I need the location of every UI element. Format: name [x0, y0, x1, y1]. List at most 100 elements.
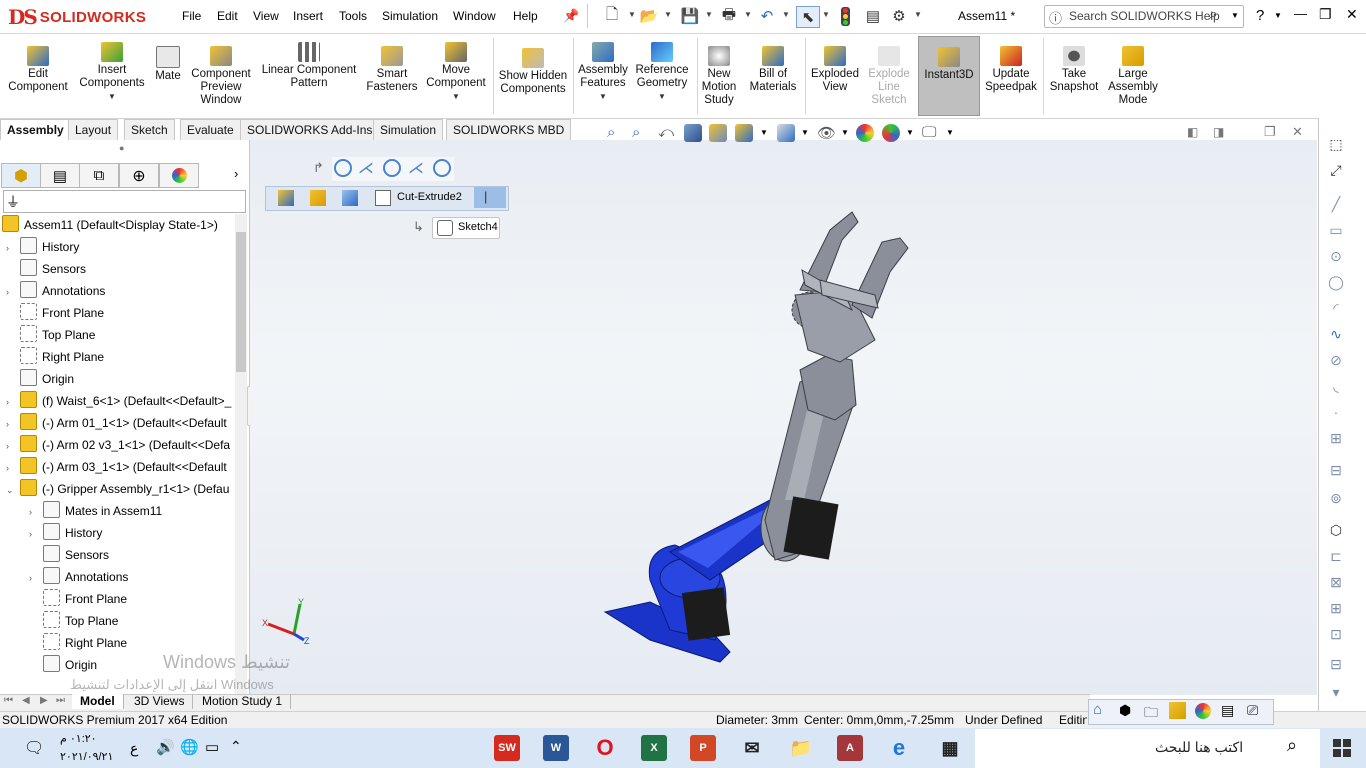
expand-toggle-icon[interactable]: ›	[29, 567, 43, 588]
chevron-down-icon[interactable]: ▼	[1231, 11, 1239, 20]
angle-mate-icon[interactable]: ⋌	[408, 158, 424, 178]
expand-toggle-icon[interactable]: ›	[6, 457, 20, 478]
robot-arm-model[interactable]	[590, 200, 930, 670]
sketch-point-icon[interactable]: ·	[1326, 404, 1346, 422]
feedback-icon[interactable]: ⎚	[1247, 702, 1258, 719]
file-properties-icon[interactable]: ▤	[862, 6, 884, 26]
tab-feature-tree[interactable]: ⬢	[1, 163, 41, 188]
expand-toggle-icon[interactable]: ›	[6, 391, 20, 412]
design-library-folder-icon[interactable]	[1169, 702, 1186, 719]
windows-start-icon[interactable]	[1333, 739, 1351, 757]
taskbar-access-icon[interactable]: A	[837, 735, 863, 761]
search-results-icon[interactable]: ⊡	[1326, 626, 1346, 644]
view-settings-icon[interactable]: 🖵	[922, 124, 940, 142]
sketch-spline-icon[interactable]: ∿	[1326, 326, 1346, 344]
save-icon[interactable]: 💾	[679, 6, 701, 26]
tree-sub-item[interactable]: Right Plane	[2, 632, 234, 654]
tree-item[interactable]: › (f) Waist_6<1> (Default<<Default>_	[2, 390, 234, 412]
concentric-mate-icon[interactable]	[383, 159, 401, 177]
taskbar-file-explorer-icon[interactable]: 📁	[788, 735, 814, 761]
custom-properties-icon[interactable]: ⊠	[1326, 574, 1346, 592]
taskbar-solidworks-icon[interactable]: SW	[494, 735, 520, 761]
chevron-down-icon[interactable]: ▼	[841, 128, 849, 137]
print-icon[interactable]: 🖶	[718, 6, 740, 26]
tab-display-manager[interactable]	[159, 163, 199, 188]
sketch-ellipse-icon[interactable]: ⊘	[1326, 352, 1346, 370]
view-orientation-icon[interactable]	[735, 124, 753, 142]
task-view-icon[interactable]: ▦	[937, 735, 963, 761]
tab-sketch[interactable]: Sketch	[124, 119, 175, 141]
part-breadcrumb-icon[interactable]	[342, 190, 358, 206]
bill-of-materials-button[interactable]: Bill of Materials	[744, 36, 802, 94]
tree-filter-box[interactable]: ⏚	[3, 190, 246, 213]
tree-item[interactable]: ⌄ (-) Gripper Assembly_r1<1> (Defau	[2, 478, 234, 500]
concentric-mate-icon[interactable]	[334, 159, 352, 177]
section-view-icon[interactable]	[684, 124, 702, 142]
sketch-fillet-icon[interactable]: ◟	[1326, 378, 1346, 396]
apply-scene-icon[interactable]	[882, 124, 900, 142]
breadcrumb-feature[interactable]: Cut-Extrude2	[397, 191, 462, 203]
tab-property-manager[interactable]: ▤	[40, 163, 80, 188]
smart-fasteners-button[interactable]: Smart Fasteners	[364, 36, 420, 94]
scrollbar-thumb[interactable]	[236, 232, 246, 372]
menu-file[interactable]: File	[182, 9, 201, 23]
tab-evaluate[interactable]: Evaluate	[180, 119, 241, 141]
move-component-button[interactable]: Move Component ▼	[424, 36, 488, 103]
assembly-breadcrumb-icon[interactable]	[278, 190, 294, 206]
network-icon[interactable]: 🌐	[180, 738, 199, 756]
folder-icon[interactable]: 🗀	[1144, 702, 1158, 726]
reference-geometry-button[interactable]: Reference Geometry ▼	[632, 36, 692, 103]
expand-toggle-icon[interactable]: ›	[6, 435, 20, 456]
undo-icon[interactable]: ↶	[756, 6, 778, 26]
menu-edit[interactable]: Edit	[217, 9, 238, 23]
appearances-icon[interactable]: ⊏	[1326, 548, 1346, 566]
home-icon[interactable]: ⌂	[1093, 701, 1102, 718]
list-view-icon[interactable]: ▤	[1221, 702, 1234, 719]
chevron-down-icon[interactable]: ▾	[1326, 684, 1346, 702]
taskbar-mail-icon[interactable]: ✉	[739, 735, 765, 761]
sketch-mirror-icon[interactable]: ⊞	[1326, 430, 1346, 448]
sketch-breadcrumb[interactable]: Sketch4	[432, 217, 500, 239]
subassembly-breadcrumb-icon[interactable]	[310, 190, 326, 206]
tree-item[interactable]: Right Plane	[2, 346, 234, 368]
component-preview-window-button[interactable]: Component Preview Window	[188, 36, 254, 107]
help-search-box[interactable]: ⓘ Search SOLIDWORKS Help ⌕ ▼	[1044, 5, 1244, 28]
viewport-next-icon[interactable]: ◨	[1213, 125, 1224, 139]
solidworks-logo[interactable]: DS SOLIDWORKS	[8, 4, 156, 30]
scroll-first-icon[interactable]: ⏮	[4, 695, 13, 706]
menu-insert[interactable]: Insert	[293, 9, 323, 23]
design-library-icon[interactable]: ⤢	[1326, 162, 1346, 180]
sketch-arc-icon[interactable]: ◜	[1326, 300, 1346, 318]
tab-simulation[interactable]: Simulation	[373, 119, 444, 141]
chevron-down-icon[interactable]: ▼	[632, 90, 692, 103]
tab-configuration-manager[interactable]: ⧉	[79, 163, 119, 188]
menu-view[interactable]: View	[253, 9, 279, 23]
chevron-down-icon[interactable]: ▼	[914, 10, 922, 19]
chevron-down-icon[interactable]: ▼	[628, 10, 636, 19]
menu-simulation[interactable]: Simulation	[382, 9, 438, 23]
chevron-down-icon[interactable]: ▼	[78, 90, 146, 103]
taskbar-date[interactable]: ٢٠٢١/٠٩/٢١	[60, 750, 113, 763]
notifications-icon[interactable]: 🗨	[24, 738, 44, 758]
help-search-input[interactable]: Search SOLIDWORKS Help	[1069, 9, 1220, 23]
taskbar-search-box[interactable]: اكتب هنا للبحث ⌕	[975, 729, 1320, 768]
tree-item[interactable]: › (-) Arm 01_1<1> (Default<<Default	[2, 412, 234, 434]
minimize-button[interactable]: —	[1294, 6, 1307, 21]
tab-motion-study-1[interactable]: Motion Study 1	[194, 694, 292, 709]
angle-mate-icon[interactable]: ⋌	[358, 158, 374, 178]
menu-tools[interactable]: Tools	[339, 9, 367, 23]
breadcrumb-current[interactable]	[474, 187, 506, 208]
tree-item[interactable]: Sensors	[2, 258, 234, 280]
viewport-close-button[interactable]: ✕	[1292, 124, 1303, 140]
chevron-up-icon[interactable]: ⌃	[230, 738, 242, 755]
chevron-down-icon[interactable]: ▼	[744, 10, 752, 19]
menu-help[interactable]: Help	[513, 9, 538, 23]
view-palette-icon[interactable]: ⬡	[1326, 522, 1346, 540]
taskbar-word-icon[interactable]: W	[543, 735, 569, 761]
insert-components-button[interactable]: Insert Components ▼	[78, 36, 146, 103]
take-snapshot-button[interactable]: Take Snapshot	[1046, 36, 1102, 94]
chevron-down-icon[interactable]: ▼	[906, 128, 914, 137]
tree-sub-item[interactable]: › Annotations	[2, 566, 234, 588]
hide-show-items-icon[interactable]: 👁	[817, 124, 836, 142]
sketch-offset-icon[interactable]: ⊚	[1326, 490, 1346, 508]
